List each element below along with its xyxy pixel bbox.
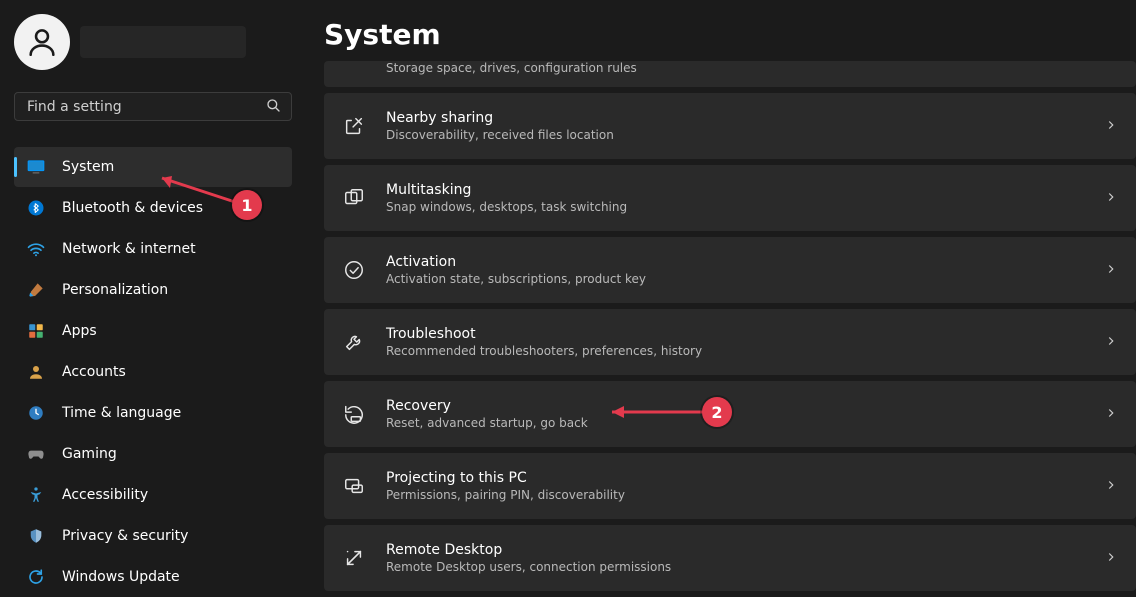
brush-icon bbox=[26, 280, 46, 300]
sidebar: System Bluetooth & devices Network & int… bbox=[0, 0, 306, 597]
chevron-right-icon bbox=[1104, 189, 1118, 208]
annotation-marker-2: 2 bbox=[702, 397, 732, 427]
sidebar-item-label: Network & internet bbox=[62, 241, 196, 257]
main: System Storage space, drives, configurat… bbox=[306, 0, 1136, 597]
tile-sub: Permissions, pairing PIN, discoverabilit… bbox=[386, 488, 1084, 502]
sidebar-item-label: Accounts bbox=[62, 364, 126, 380]
tile-title: Projecting to this PC bbox=[386, 470, 1084, 486]
share-icon bbox=[342, 114, 366, 138]
tile-title: Troubleshoot bbox=[386, 326, 1084, 342]
sidebar-item-accessibility[interactable]: Accessibility bbox=[14, 475, 292, 515]
avatar bbox=[14, 14, 70, 70]
multitask-icon bbox=[342, 186, 366, 210]
tile-nearby-sharing[interactable]: Nearby sharing Discoverability, received… bbox=[324, 93, 1136, 159]
search-input-field[interactable] bbox=[25, 98, 281, 116]
remote-icon bbox=[342, 546, 366, 570]
annotation-arrow-1 bbox=[150, 170, 240, 210]
sidebar-item-accounts[interactable]: Accounts bbox=[14, 352, 292, 392]
chevron-right-icon bbox=[1104, 333, 1118, 352]
tile-remote-desktop[interactable]: Remote Desktop Remote Desktop users, con… bbox=[324, 525, 1136, 591]
sidebar-item-label: Privacy & security bbox=[62, 528, 188, 544]
chevron-right-icon bbox=[1104, 405, 1118, 424]
tile-sub: Remote Desktop users, connection permiss… bbox=[386, 560, 1084, 574]
tile-title: Recovery bbox=[386, 398, 1084, 414]
shield-icon bbox=[26, 526, 46, 546]
sidebar-item-personalization[interactable]: Personalization bbox=[14, 270, 292, 310]
check-circle-icon bbox=[342, 258, 366, 282]
tile-sub: Reset, advanced startup, go back bbox=[386, 416, 1084, 430]
tile-sub: Storage space, drives, configuration rul… bbox=[386, 61, 1118, 75]
search-input[interactable] bbox=[14, 92, 292, 121]
tile-activation[interactable]: Activation Activation state, subscriptio… bbox=[324, 237, 1136, 303]
recovery-icon bbox=[342, 402, 366, 426]
project-icon bbox=[342, 474, 366, 498]
chevron-right-icon bbox=[1104, 261, 1118, 280]
page-title: System bbox=[324, 18, 1136, 51]
sidebar-item-privacy[interactable]: Privacy & security bbox=[14, 516, 292, 556]
sidebar-item-label: Apps bbox=[62, 323, 97, 339]
sidebar-item-windows-update[interactable]: Windows Update bbox=[14, 557, 292, 597]
settings-tile-list: Storage space, drives, configuration rul… bbox=[324, 61, 1136, 591]
chevron-right-icon bbox=[1104, 477, 1118, 496]
tile-sub: Snap windows, desktops, task switching bbox=[386, 200, 1084, 214]
chevron-right-icon bbox=[1104, 117, 1118, 136]
annotation-marker-1: 1 bbox=[232, 190, 262, 220]
tile-troubleshoot[interactable]: Troubleshoot Recommended troubleshooters… bbox=[324, 309, 1136, 375]
person-solid-icon bbox=[26, 362, 46, 382]
tile-title: Activation bbox=[386, 254, 1084, 270]
sidebar-item-label: Personalization bbox=[62, 282, 168, 298]
update-icon bbox=[26, 567, 46, 587]
tile-title: Remote Desktop bbox=[386, 542, 1084, 558]
tile-projecting[interactable]: Projecting to this PC Permissions, pairi… bbox=[324, 453, 1136, 519]
search-icon bbox=[265, 97, 281, 117]
gamepad-icon bbox=[26, 444, 46, 464]
sidebar-item-label: Accessibility bbox=[62, 487, 148, 503]
wifi-icon bbox=[26, 239, 46, 259]
sidebar-item-label: System bbox=[62, 159, 114, 175]
accessibility-icon bbox=[26, 485, 46, 505]
sidebar-item-label: Windows Update bbox=[62, 569, 180, 585]
tile-sub: Recommended troubleshooters, preferences… bbox=[386, 344, 1084, 358]
person-icon bbox=[25, 25, 59, 59]
sidebar-item-apps[interactable]: Apps bbox=[14, 311, 292, 351]
annotation-arrow-2 bbox=[600, 400, 710, 424]
tile-title: Nearby sharing bbox=[386, 110, 1084, 126]
monitor-icon bbox=[26, 157, 46, 177]
apps-icon bbox=[26, 321, 46, 341]
sidebar-item-label: Time & language bbox=[62, 405, 181, 421]
tile-sub: Activation state, subscriptions, product… bbox=[386, 272, 1084, 286]
sidebar-item-network[interactable]: Network & internet bbox=[14, 229, 292, 269]
wrench-icon bbox=[342, 330, 366, 354]
sidebar-item-gaming[interactable]: Gaming bbox=[14, 434, 292, 474]
sidebar-item-time[interactable]: Time & language bbox=[14, 393, 292, 433]
chevron-right-icon bbox=[1104, 549, 1118, 568]
bluetooth-icon bbox=[26, 198, 46, 218]
tile-storage-truncated[interactable]: Storage space, drives, configuration rul… bbox=[324, 61, 1136, 87]
account-header[interactable] bbox=[14, 14, 292, 70]
tile-title: Multitasking bbox=[386, 182, 1084, 198]
tile-multitasking[interactable]: Multitasking Snap windows, desktops, tas… bbox=[324, 165, 1136, 231]
sidebar-item-label: Gaming bbox=[62, 446, 117, 462]
account-name-placeholder bbox=[80, 26, 246, 58]
tile-sub: Discoverability, received files location bbox=[386, 128, 1084, 142]
clock-icon bbox=[26, 403, 46, 423]
